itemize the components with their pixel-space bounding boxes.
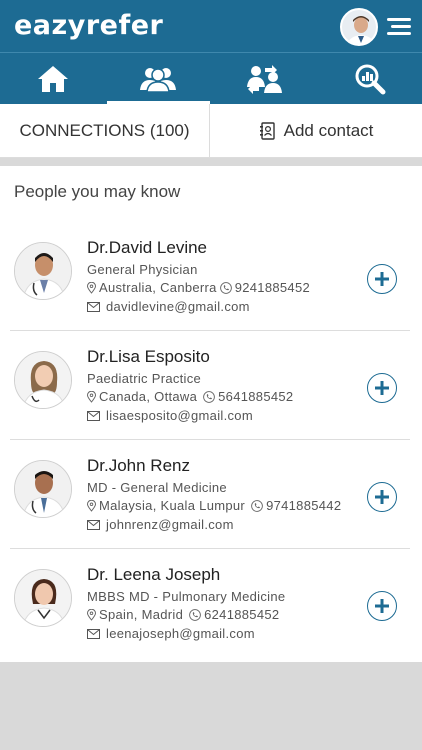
person-email[interactable]: davidlevine@gmail.com (106, 299, 250, 314)
phone-icon (189, 608, 201, 621)
add-connection-button[interactable] (367, 264, 397, 294)
tab-referrals[interactable] (212, 53, 317, 105)
tab-bar (0, 52, 422, 104)
section-title: People you may know (14, 182, 181, 201)
location-pin-icon (87, 608, 96, 621)
contact-book-icon (259, 122, 275, 140)
person-phone[interactable]: 9741885442 (266, 498, 341, 513)
referral-icon (246, 65, 282, 94)
person-email-row: leenajoseph@gmail.com (87, 626, 255, 641)
plus-icon (375, 381, 389, 395)
list-item[interactable]: Dr.David Levine General Physician Austra… (10, 222, 410, 331)
location-pin-icon (87, 499, 96, 512)
location-pin-icon (87, 390, 96, 403)
person-email-row: lisaesposito@gmail.com (87, 408, 253, 423)
tab-connections[interactable] (105, 53, 210, 105)
person-phone[interactable]: 6241885452 (204, 607, 279, 622)
person-location: Malaysia, Kuala Lumpur (99, 498, 246, 513)
mail-icon (87, 301, 100, 312)
person-name[interactable]: Dr.David Levine (87, 238, 207, 258)
avatar (14, 351, 72, 409)
phone-icon (203, 390, 216, 403)
person-location-phone: Spain, Madrid 6241885452 (87, 607, 279, 622)
person-email-row: johnrenz@gmail.com (87, 517, 234, 532)
avatar (14, 569, 72, 627)
person-specialty: MD - General Medicine (87, 480, 227, 495)
person-name[interactable]: Dr.John Renz (87, 456, 190, 476)
add-connection-button[interactable] (367, 591, 397, 621)
add-connection-button[interactable] (367, 373, 397, 403)
person-location: Canada, Ottawa (99, 389, 198, 404)
list-item[interactable]: Dr.John Renz MD - General Medicine Malay… (10, 440, 410, 549)
add-connection-button[interactable] (367, 482, 397, 512)
user-avatar[interactable] (340, 8, 378, 46)
person-phone[interactable]: 5641885452 (218, 389, 293, 404)
divider-strip (0, 158, 422, 166)
phone-icon (219, 281, 232, 294)
mail-icon (87, 519, 100, 530)
person-location: Australia, Canberra (99, 280, 217, 295)
app-header: eazyrefer (0, 0, 422, 52)
person-email[interactable]: lisaesposito@gmail.com (106, 408, 253, 423)
add-contact-label: Add contact (283, 121, 374, 140)
list-item[interactable]: Dr. Leena Joseph MBBS MD - Pulmonary Med… (10, 549, 410, 658)
app-logo: eazyrefer (14, 10, 164, 41)
person-specialty: General Physician (87, 262, 198, 277)
plus-icon (375, 599, 389, 613)
person-email[interactable]: leenajoseph@gmail.com (106, 626, 255, 641)
phone-icon (251, 499, 263, 512)
mail-icon (87, 410, 100, 421)
person-name[interactable]: Dr. Leena Joseph (87, 565, 220, 585)
add-contact-button[interactable]: Add contact (211, 104, 422, 158)
list-item[interactable]: Dr.Lisa Esposito Paediatric Practice Can… (10, 331, 410, 440)
person-location: Spain, Madrid (99, 607, 184, 622)
person-location-phone: Canada, Ottawa 5641885452 (87, 389, 293, 404)
connections-subbar: CONNECTIONS (100) Add contact (0, 104, 422, 158)
search-analytics-icon (355, 64, 385, 95)
person-email-row: davidlevine@gmail.com (87, 299, 250, 314)
tab-home[interactable] (0, 53, 105, 105)
home-icon (37, 66, 68, 92)
person-email[interactable]: johnrenz@gmail.com (106, 517, 234, 532)
person-location-phone: Malaysia, Kuala Lumpur 9741885442 (87, 498, 341, 513)
plus-icon (375, 490, 389, 504)
people-icon (139, 68, 176, 93)
menu-icon[interactable] (385, 18, 411, 36)
tab-search[interactable] (317, 53, 422, 105)
person-location-phone: Australia, Canberra 9241885452 (87, 280, 310, 295)
person-phone[interactable]: 9241885452 (235, 280, 310, 295)
mail-icon (87, 628, 100, 639)
person-name[interactable]: Dr.Lisa Esposito (87, 347, 210, 367)
location-pin-icon (87, 281, 96, 294)
avatar (14, 242, 72, 300)
people-list: Dr.David Levine General Physician Austra… (0, 222, 422, 658)
person-specialty: MBBS MD - Pulmonary Medicine (87, 589, 286, 604)
empty-area (0, 662, 422, 750)
plus-icon (375, 272, 389, 286)
connections-button[interactable]: CONNECTIONS (100) (0, 104, 210, 158)
avatar (14, 460, 72, 518)
person-specialty: Paediatric Practice (87, 371, 202, 386)
